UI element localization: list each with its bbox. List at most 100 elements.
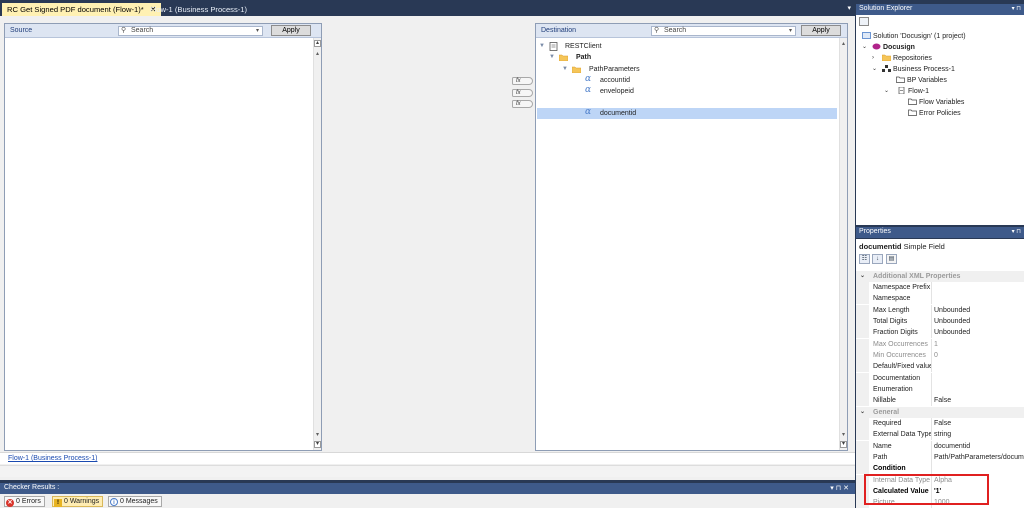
chevron-down-icon[interactable]: ▾ bbox=[847, 4, 851, 12]
property-value[interactable]: Path/PathParameters/documentid bbox=[934, 452, 1024, 463]
scroll-top-icon[interactable]: ▴ bbox=[314, 40, 321, 47]
property-row[interactable]: Condition bbox=[856, 463, 1024, 474]
business-process-label: Business Process-1 bbox=[893, 66, 955, 73]
category-general[interactable]: ⌄ General bbox=[856, 407, 1024, 418]
warnings-filter-button[interactable]: ! 0 Warnings bbox=[52, 496, 104, 507]
property-value[interactable]: False bbox=[934, 418, 1024, 429]
business-process-node[interactable]: ⌄ Business Process-1 bbox=[872, 64, 955, 75]
source-scrollbar[interactable]: ▴ ▴ ▾ ▾ bbox=[313, 38, 321, 450]
bp-variables-node[interactable]: BP Variables bbox=[896, 75, 947, 86]
expand-icon[interactable]: ⌄ bbox=[884, 86, 889, 97]
scroll-up-icon[interactable]: ▴ bbox=[314, 50, 321, 57]
property-row[interactable]: Min Occurrences 0 bbox=[856, 350, 1024, 361]
property-value[interactable]: Unbounded bbox=[934, 327, 1024, 338]
property-row[interactable]: Max Length Unbounded bbox=[856, 305, 1024, 316]
project-node[interactable]: ⌄ Docusign bbox=[862, 42, 915, 53]
expand-icon[interactable]: ⌄ bbox=[862, 42, 867, 53]
warning-icon: ! bbox=[54, 499, 62, 507]
property-key: Max Length bbox=[873, 305, 932, 316]
tree-node-field-selected[interactable]: α documentid bbox=[537, 107, 837, 119]
property-row[interactable]: Namespace bbox=[856, 293, 1024, 304]
pane-controls[interactable]: ▾ ⊓ bbox=[1012, 228, 1021, 235]
scroll-bottom-icon[interactable]: ▾ bbox=[840, 441, 847, 448]
property-key: Condition bbox=[873, 463, 932, 474]
horizontal-scrollbar[interactable] bbox=[0, 465, 855, 477]
home-icon[interactable] bbox=[859, 17, 869, 26]
property-row[interactable]: Fraction Digits Unbounded bbox=[856, 327, 1024, 338]
category-additional-xml[interactable]: ⌄ Additional XML Properties bbox=[856, 271, 1024, 282]
chevron-down-icon[interactable]: ▾ bbox=[789, 27, 792, 35]
flow-variables-node[interactable]: Flow Variables bbox=[908, 97, 964, 108]
destination-scrollbar[interactable]: ▴ ▾ ▾ bbox=[839, 38, 847, 450]
property-row[interactable]: Total Digits Unbounded bbox=[856, 316, 1024, 327]
property-row[interactable]: Namespace Prefix bbox=[856, 282, 1024, 293]
property-value[interactable]: Unbounded bbox=[934, 316, 1024, 327]
expand-icon[interactable]: ▼ bbox=[539, 41, 545, 52]
destination-search-input[interactable]: ⚲ Search ▾ bbox=[651, 26, 796, 36]
destination-apply-button[interactable]: Apply bbox=[801, 25, 841, 36]
tree-node-label: Path bbox=[576, 54, 592, 61]
search-placeholder: Search bbox=[131, 27, 154, 34]
tab-rc-get-signed-pdf[interactable]: RC Get Signed PDF document (Flow-1)* ✕ bbox=[2, 3, 162, 16]
property-value[interactable]: documentid bbox=[934, 441, 1024, 452]
property-pages-icon[interactable]: ▤ bbox=[886, 254, 897, 264]
property-row[interactable]: External Data Type string bbox=[856, 429, 1024, 440]
properties-object-selector[interactable]: documentid Simple Field bbox=[859, 242, 945, 251]
property-row[interactable]: PathPath/PathParameters/documentid bbox=[856, 452, 1024, 463]
scroll-up-icon[interactable]: ▴ bbox=[840, 40, 847, 47]
property-row[interactable]: Documentation bbox=[856, 373, 1024, 384]
alpha-field-icon: α bbox=[585, 85, 592, 95]
property-value[interactable]: 1 bbox=[934, 339, 1024, 350]
expand-icon[interactable]: ▼ bbox=[562, 64, 568, 75]
expand-icon[interactable]: ▼ bbox=[549, 52, 555, 63]
property-row[interactable]: Name documentid bbox=[856, 441, 1024, 452]
tree-node-field[interactable]: α envelopeid bbox=[537, 85, 837, 97]
property-value[interactable]: Unbounded bbox=[934, 305, 1024, 316]
collapse-icon[interactable]: ⌄ bbox=[860, 271, 865, 282]
tree-node-field[interactable]: α accountid bbox=[537, 74, 837, 86]
solution-explorer-title: Solution Explorer bbox=[859, 5, 913, 12]
tree-node-restclient[interactable]: ▼ RESTClient bbox=[537, 41, 837, 52]
property-row[interactable]: Enumeration bbox=[856, 384, 1024, 395]
breadcrumb-link[interactable]: Flow-1 (Business Process-1) bbox=[8, 455, 97, 462]
property-row[interactable]: Default/Fixed value bbox=[856, 361, 1024, 372]
checker-results-title: Checker Results : bbox=[4, 484, 60, 491]
scroll-bottom-icon[interactable]: ▾ bbox=[314, 441, 321, 448]
scroll-down-icon[interactable]: ▾ bbox=[314, 431, 321, 438]
error-icon: ✕ bbox=[6, 499, 14, 507]
function-connector[interactable]: fx bbox=[512, 89, 533, 97]
property-key: Default/Fixed value bbox=[873, 361, 932, 372]
function-connector[interactable]: fx bbox=[512, 77, 533, 85]
flow-node[interactable]: ⌄ Flow-1 bbox=[884, 86, 929, 97]
property-value[interactable]: 0 bbox=[934, 350, 1024, 361]
warnings-label: 0 Warnings bbox=[64, 498, 100, 505]
collapse-icon[interactable]: ⌄ bbox=[860, 407, 865, 418]
sort-alpha-icon[interactable]: ↓ bbox=[872, 254, 883, 264]
chevron-down-icon[interactable]: ▾ bbox=[256, 27, 259, 35]
property-row[interactable]: Required False bbox=[856, 418, 1024, 429]
checker-results-body: ✕ 0 Errors ! 0 Warnings i0 Messages bbox=[0, 494, 855, 508]
solution-node[interactable]: Solution 'Docusign' (1 project) bbox=[862, 31, 966, 42]
chevron-right-icon[interactable]: › bbox=[872, 53, 874, 64]
pane-controls[interactable]: ▾ ⊓ bbox=[1012, 5, 1021, 12]
category-label: Additional XML Properties bbox=[873, 273, 961, 280]
error-policies-node[interactable]: Error Policies bbox=[908, 108, 961, 119]
property-value[interactable]: False bbox=[934, 395, 1024, 406]
alpha-field-icon: α bbox=[585, 74, 592, 84]
scroll-down-icon[interactable]: ▾ bbox=[840, 431, 847, 438]
property-row[interactable]: Nillable False bbox=[856, 395, 1024, 406]
errors-filter-button[interactable]: ✕ 0 Errors bbox=[4, 496, 45, 507]
tree-node-path[interactable]: ▼ Path bbox=[537, 52, 837, 63]
expand-icon[interactable]: ⌄ bbox=[872, 64, 877, 75]
messages-filter-button[interactable]: i0 Messages bbox=[108, 496, 162, 507]
tab-flow-1[interactable]: Flow-1 (Business Process-1) bbox=[145, 3, 252, 16]
property-value[interactable]: string bbox=[934, 429, 1024, 440]
repositories-node[interactable]: › Repositories bbox=[872, 53, 932, 64]
categorized-icon[interactable]: ☷ bbox=[859, 254, 870, 264]
tree-node-pathparameters[interactable]: ▼ PathParameters bbox=[537, 64, 837, 75]
property-row[interactable]: Max Occurrences 1 bbox=[856, 339, 1024, 350]
pane-controls[interactable]: ▾ ⊓ ✕ bbox=[830, 484, 849, 492]
function-connector[interactable]: fx bbox=[512, 100, 533, 108]
source-apply-button[interactable]: Apply bbox=[271, 25, 311, 36]
source-search-input[interactable]: ⚲ Search ▾ bbox=[118, 26, 263, 36]
